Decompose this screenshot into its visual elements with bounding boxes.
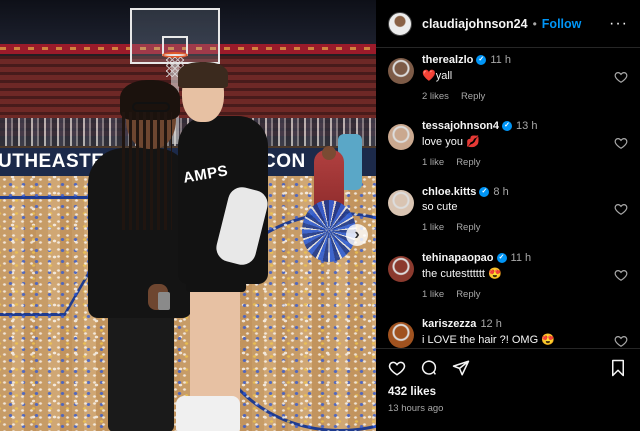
commenter-avatar[interactable] (388, 190, 414, 216)
verified-badge-icon: ✓ (496, 253, 507, 263)
reply-button[interactable]: Reply (456, 157, 480, 168)
comment-header: tehinapaopao ✓ 11 h (422, 252, 628, 264)
post-actions: 432 likes 13 hours ago (376, 348, 640, 431)
verified-badge-icon: ✓ (476, 55, 487, 65)
comment-meta: 1 like Reply (422, 157, 628, 168)
comment-like-heart-icon[interactable] (614, 268, 628, 282)
comment-header: therealzlo ✓ 11 h (422, 54, 628, 66)
commenter-username[interactable]: kariszezza (422, 318, 476, 330)
commenter-avatar[interactable] (388, 322, 414, 348)
follow-button[interactable]: Follow (542, 17, 582, 31)
comment-text: ❤️yall (422, 70, 453, 82)
comment-item: therealzlo ✓ 11 h ❤️yall 2 likes Reply (388, 54, 628, 102)
comment-body: tessajohnson4 ✓ 13 h love you 💋 1 like Reply (422, 120, 628, 168)
comment-likes[interactable]: 2 likes (422, 91, 449, 102)
comment-body: tehinapaopao ✓ 11 h the cutestttttt 😍 1 like… (422, 252, 628, 300)
post-timestamp: 13 hours ago (388, 403, 444, 414)
comment-item: tessajohnson4 ✓ 13 h love you 💋 1 like Reply (388, 120, 628, 168)
heart-icon[interactable] (388, 359, 406, 377)
phone (158, 292, 170, 310)
comment-header: kariszezza 12 h (422, 318, 628, 330)
next-arrow-icon[interactable]: › (346, 224, 368, 246)
reply-button[interactable]: Reply (461, 91, 485, 102)
commenter-avatar[interactable] (388, 58, 414, 84)
verified-badge-icon: ✓ (502, 121, 513, 131)
comment-time[interactable]: 8 h (493, 186, 508, 198)
comment-meta: 2 likes Reply (422, 91, 628, 102)
action-icons-row (388, 359, 470, 377)
comment-time[interactable]: 11 h (511, 252, 532, 264)
comment-item: tehinapaopao ✓ 11 h the cutestttttt 😍 1 like… (388, 252, 628, 300)
author-username[interactable]: claudiajohnson24 (422, 17, 528, 31)
comment-text: the cutestttttt 😍 (422, 268, 502, 280)
share-icon[interactable] (452, 359, 470, 377)
post-photo[interactable]: UTHEASTERN CON AMPS › (0, 0, 376, 431)
commenter-avatar[interactable] (388, 124, 414, 150)
comment-like-heart-icon[interactable] (614, 70, 628, 84)
person-right-socks (176, 396, 240, 431)
comment-text: i LOVE the hair ?! OMG 😍 (422, 334, 555, 346)
comment-text: so cute (422, 201, 458, 213)
comment-like-heart-icon[interactable] (614, 334, 628, 348)
comment-header: chloe.kitts ✓ 8 h (422, 186, 628, 198)
comment-body: therealzlo ✓ 11 h ❤️yall 2 likes Reply (422, 54, 628, 102)
commenter-username[interactable]: tehinapaopao (422, 252, 494, 264)
bookmark-icon[interactable] (610, 359, 626, 377)
comment-likes[interactable]: 1 like (422, 222, 444, 233)
comment-item: chloe.kitts ✓ 8 h so cute 1 like Reply (388, 186, 628, 233)
comment-body: chloe.kitts ✓ 8 h so cute 1 like Reply (422, 186, 628, 233)
comment-like-heart-icon[interactable] (614, 136, 628, 150)
person-right-legs (190, 282, 240, 412)
comment-icon[interactable] (420, 359, 438, 377)
commenter-avatar[interactable] (388, 256, 414, 282)
person-right-hair (178, 62, 228, 88)
banner-text-right: CON (262, 151, 306, 172)
comment-meta: 1 like Reply (422, 222, 628, 233)
more-icon[interactable]: ··· (609, 15, 628, 33)
comment-body: kariszezza 12 h i LOVE the hair ?! OMG 😍 (422, 318, 628, 346)
comment-likes[interactable]: 1 like (422, 289, 444, 300)
instagram-post: UTHEASTERN CON AMPS › claudiajohnson24 •… (0, 0, 640, 431)
comment-like-heart-icon[interactable] (614, 202, 628, 216)
comment-text: love you 💋 (422, 136, 480, 148)
comment-likes[interactable]: 1 like (422, 157, 444, 168)
glasses (132, 102, 170, 112)
author-avatar[interactable] (388, 11, 412, 36)
commenter-username[interactable]: tessajohnson4 (422, 120, 499, 132)
background-player-head (322, 146, 336, 160)
comments-list: therealzlo ✓ 11 h ❤️yall 2 likes Reply tessajo… (376, 48, 640, 348)
comment-meta: 1 like Reply (422, 289, 628, 300)
comment-time[interactable]: 12 h (480, 318, 501, 330)
post-side-panel: claudiajohnson24 • Follow ··· therealzlo… (376, 0, 640, 431)
verified-badge-icon: ✓ (479, 187, 490, 197)
commenter-username[interactable]: chloe.kitts (422, 186, 476, 198)
commenter-username[interactable]: therealzlo (422, 54, 473, 66)
comment-time[interactable]: 11 h (490, 54, 511, 66)
likes-count[interactable]: 432 likes (388, 386, 436, 398)
person-left-braids (122, 112, 172, 230)
header-separator: • (532, 16, 537, 31)
comment-item: kariszezza 12 h i LOVE the hair ?! OMG 😍 (388, 318, 628, 348)
reply-button[interactable]: Reply (456, 222, 480, 233)
comment-header: tessajohnson4 ✓ 13 h (422, 120, 628, 132)
post-header: claudiajohnson24 • Follow ··· (376, 0, 640, 48)
comment-time[interactable]: 13 h (516, 120, 537, 132)
reply-button[interactable]: Reply (456, 289, 480, 300)
